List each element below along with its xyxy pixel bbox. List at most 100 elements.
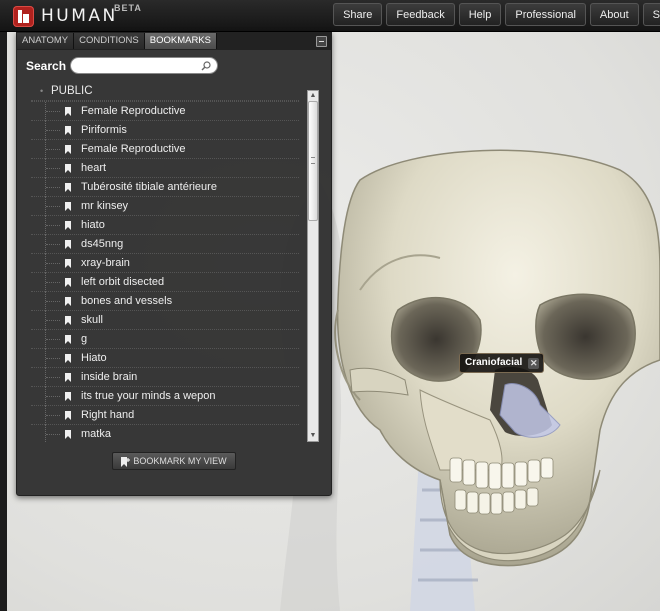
feedback-button[interactable]: Feedback	[386, 3, 455, 26]
bookmark-icon	[65, 354, 71, 363]
beta-label: BETA	[114, 3, 142, 13]
tree-bullet-icon: •	[40, 86, 44, 96]
professional-button[interactable]: Professional	[505, 3, 586, 26]
bookmark-list: Female Reproductive Piriformis Female Repr…	[31, 101, 299, 442]
bookmark-item-label: skull	[81, 314, 104, 326]
bookmark-icon	[65, 107, 71, 116]
bookmark-item[interactable]: Tubérosité tibiale antérieure	[31, 177, 299, 197]
tree-connector	[45, 235, 62, 254]
tree-root-label: PUBLIC	[51, 85, 93, 97]
search-label: Search	[26, 59, 67, 73]
search-input[interactable]	[79, 60, 204, 76]
tooltip-label: Craniofacial	[465, 357, 523, 368]
skull-model[interactable]	[290, 140, 660, 611]
bookmark-item-label: matka	[81, 428, 111, 440]
truncated-nav-button[interactable]: S	[642, 3, 660, 26]
bookmark-item-label: xray-brain	[81, 257, 130, 269]
tooltip-close-icon[interactable]: ✕	[528, 357, 540, 369]
tree-connector	[45, 387, 62, 406]
bookmark-item[interactable]: hiato	[31, 215, 299, 235]
bookmark-item[interactable]: xray-brain	[31, 253, 299, 273]
bookmark-item[interactable]: heart	[31, 158, 299, 178]
tree-connector	[45, 425, 62, 442]
bookmark-item[interactable]: its true your minds a wepon	[31, 386, 299, 406]
bookmark-my-view-label: BOOKMARK MY VIEW	[133, 456, 227, 466]
bookmark-icon	[65, 145, 71, 154]
bookmark-item-label: bones and vessels	[81, 295, 173, 307]
about-button[interactable]: About	[589, 3, 639, 26]
logo[interactable]: HUMAN	[13, 5, 118, 27]
search-icon[interactable]	[201, 61, 211, 71]
bookmark-add-icon	[121, 456, 131, 467]
bookmark-item[interactable]: Right hand	[31, 405, 299, 425]
tree-connector	[45, 254, 62, 273]
bookmark-item-label: g	[81, 333, 88, 345]
bookmark-item-label: heart	[81, 162, 107, 174]
bookmark-item[interactable]: matka	[31, 424, 299, 442]
bookmark-item-label: mr kinsey	[81, 200, 129, 212]
bookmark-icon	[65, 316, 71, 325]
bookmark-icon	[65, 240, 71, 249]
tree-connector	[45, 159, 62, 178]
tree-connector	[45, 140, 62, 159]
scroll-up-icon[interactable]: ▲	[308, 91, 318, 101]
bookmark-icon	[65, 183, 71, 192]
search-box[interactable]	[70, 57, 218, 76]
bookmark-item[interactable]: skull	[31, 310, 299, 330]
bookmark-item-label: its true your minds a wepon	[81, 390, 216, 402]
bookmark-item[interactable]: ds45nng	[31, 234, 299, 254]
minimize-panel-icon[interactable]	[316, 36, 327, 47]
bookmark-item-label: inside brain	[81, 371, 138, 383]
bookmark-tree: • PUBLIC Female Reproductive Piriformis Fe…	[31, 82, 299, 442]
tab-bookmarks[interactable]: BOOKMARKS	[144, 33, 217, 49]
bookmark-item[interactable]: Piriformis	[31, 120, 299, 140]
top-bar: HUMAN BETA Share Feedback Help Professio…	[0, 0, 660, 32]
bookmark-icon	[65, 335, 71, 344]
bookmark-item[interactable]: bones and vessels	[31, 291, 299, 311]
scroll-down-icon[interactable]: ▼	[308, 431, 318, 441]
tree-connector	[45, 121, 62, 140]
panel-tabs: ANATOMY CONDITIONS BOOKMARKS	[17, 33, 331, 50]
bookmark-icon	[65, 126, 71, 135]
bookmark-icon	[65, 202, 71, 211]
bookmark-item[interactable]: Hiato	[31, 348, 299, 368]
bookmark-item-label: hiato	[81, 219, 105, 231]
bookmark-icon	[65, 411, 71, 420]
bookmark-icon	[65, 297, 71, 306]
bookmark-item-label: Female Reproductive	[81, 105, 186, 117]
tree-connector	[45, 178, 62, 197]
tab-conditions[interactable]: CONDITIONS	[74, 33, 145, 49]
bookmark-icon	[65, 430, 71, 439]
bookmark-my-view-button[interactable]: BOOKMARK MY VIEW	[112, 452, 236, 470]
bookmark-icon	[65, 278, 71, 287]
bookmark-item[interactable]: mr kinsey	[31, 196, 299, 216]
tree-connector	[45, 216, 62, 235]
tab-anatomy[interactable]: ANATOMY	[17, 33, 75, 49]
tree-connector	[45, 197, 62, 216]
bookmark-icon	[65, 373, 71, 382]
bookmark-item[interactable]: g	[31, 329, 299, 349]
side-panel: ANATOMY CONDITIONS BOOKMARKS Search • PU…	[16, 32, 332, 496]
bookmark-item-label: Right hand	[81, 409, 135, 421]
bookmark-item[interactable]: Female Reproductive	[31, 139, 299, 159]
bookmark-item-label: Tubérosité tibiale antérieure	[81, 181, 217, 193]
tree-connector	[45, 330, 62, 349]
structure-tooltip: Craniofacial ✕	[459, 353, 545, 373]
bookmark-item-label: Piriformis	[81, 124, 127, 136]
human-logo-icon	[13, 5, 34, 27]
scroll-thumb[interactable]	[308, 101, 318, 221]
bookmark-item-label: Hiato	[81, 352, 107, 364]
bookmark-item[interactable]: inside brain	[31, 367, 299, 387]
tree-connector	[45, 292, 62, 311]
share-button[interactable]: Share	[333, 3, 383, 26]
help-button[interactable]: Help	[458, 3, 502, 26]
bookmark-item[interactable]: left orbit disected	[31, 272, 299, 292]
bookmark-scrollbar[interactable]: ▲ ▼	[307, 90, 319, 442]
bookmark-item[interactable]: Female Reproductive	[31, 101, 299, 121]
bookmark-item-label: ds45nng	[81, 238, 124, 250]
bookmark-icon	[65, 392, 71, 401]
tree-connector	[45, 406, 62, 425]
tree-connector	[45, 273, 62, 292]
tree-connector	[45, 311, 62, 330]
bookmark-icon	[65, 221, 71, 230]
